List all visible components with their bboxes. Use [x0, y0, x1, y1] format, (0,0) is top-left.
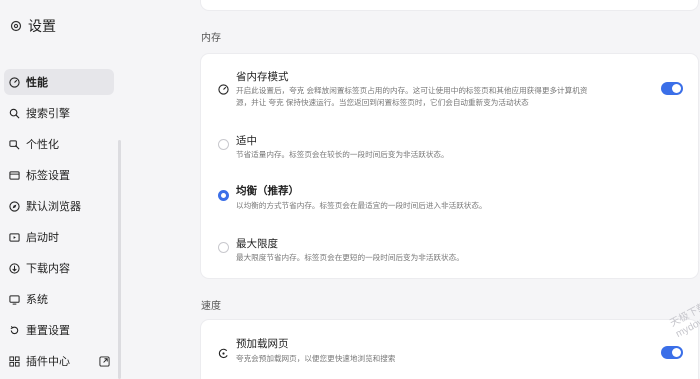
brush-icon	[9, 139, 20, 149]
option-title: 均衡（推荐）	[236, 185, 299, 197]
sidebar-item-label: 下载内容	[26, 263, 70, 275]
sidebar-item-label: 插件中心	[26, 356, 70, 368]
tab-icon	[9, 170, 20, 180]
compass-icon	[9, 200, 20, 212]
reset-icon	[10, 325, 19, 334]
settings-main: 内存 省内存模式 开启此设置后，夸克 会释放闲置标签页占用的内存。这可让使用中的…	[124, 0, 700, 379]
sidebar-item-label: 性能	[26, 77, 48, 89]
preload-icon	[218, 348, 228, 359]
external-link-icon[interactable]	[99, 356, 110, 367]
sidebar-item-label: 启动时	[26, 232, 59, 244]
app-title: 设置	[10, 16, 56, 36]
preload-desc: 夸克会预加载网页，以便您更快速地浏览和搜索	[236, 354, 396, 363]
section-label-memory: 内存	[201, 33, 221, 44]
download-icon	[9, 262, 20, 274]
preload-toggle[interactable]	[661, 346, 683, 359]
sidebar-item-label: 搜索引擎	[26, 108, 70, 120]
sidebar-item-search-engine[interactable]: 搜索引擎	[4, 100, 114, 126]
monitor-icon	[9, 294, 20, 305]
gauge-icon	[218, 84, 229, 95]
plugin-icon	[9, 355, 20, 367]
radio-balanced[interactable]	[218, 190, 229, 201]
sidebar-item-system[interactable]: 系统	[4, 286, 114, 312]
sidebar-item-label: 标签设置	[26, 170, 70, 182]
app-title-text: 设置	[28, 18, 56, 34]
search-icon	[9, 108, 20, 118]
option-title: 最大限度	[236, 238, 278, 250]
sidebar-item-reset-settings[interactable]: 重置设置	[4, 317, 114, 343]
radio-maximum[interactable]	[218, 242, 229, 253]
sidebar-scrollbar[interactable]	[118, 140, 121, 379]
sidebar-item-label: 默认浏览器	[26, 201, 81, 213]
gauge-icon	[9, 76, 20, 88]
memory-saver-desc-line2: 源，并让 夸克 保持快速运行。当您返回到闲置标签页时，它们会自动重新变为活动状态	[236, 98, 529, 107]
option-desc: 最大限度节省内存。标签页会在更短的一段时间后变为非活跃状态。	[236, 253, 464, 262]
sidebar-item-label: 重置设置	[26, 325, 70, 337]
memory-saver-title: 省内存模式	[236, 71, 289, 83]
sidebar-item-label: 系统	[26, 294, 48, 306]
sidebar-item-on-startup[interactable]: 启动时	[4, 224, 114, 250]
settings-gear-icon	[10, 20, 22, 32]
sidebar: 设置 性能 搜索引擎 个性化 标签设置 默认浏览器 启动时 下载内容 系统 重置…	[0, 0, 124, 379]
startup-icon	[9, 232, 20, 242]
memory-saver-toggle[interactable]	[661, 82, 683, 95]
sidebar-nav: 性能 搜索引擎 个性化 标签设置 默认浏览器 启动时 下载内容 系统 重置设置 …	[4, 69, 114, 379]
sidebar-item-plugin-center[interactable]: 插件中心	[4, 348, 114, 374]
memory-saver-desc-line1: 开启此设置后，夸克 会释放闲置标签页占用的内存。这可让使用中的标签页和其他应用获…	[236, 86, 588, 95]
option-desc: 以均衡的方式节省内存。标签页会在最适宜的一段时间后进入非活跃状态。	[236, 201, 487, 210]
preload-title: 预加载网页	[236, 338, 289, 350]
option-desc: 节省适量内存。标签页会在较长的一段时间后变为非活跃状态。	[236, 150, 449, 159]
sidebar-item-tab-settings[interactable]: 标签设置	[4, 162, 114, 188]
sidebar-item-default-browser[interactable]: 默认浏览器	[4, 193, 114, 219]
radio-moderate[interactable]	[218, 139, 229, 150]
sidebar-item-downloads[interactable]: 下载内容	[4, 255, 114, 281]
option-title: 适中	[236, 135, 257, 147]
speed-card: 预加载网页 夸克会预加载网页，以便您更快速地浏览和搜索	[201, 320, 698, 379]
memory-card: 省内存模式 开启此设置后，夸克 会释放闲置标签页占用的内存。这可让使用中的标签页…	[201, 54, 698, 278]
previous-section-card	[201, 0, 698, 10]
sidebar-item-label: 个性化	[26, 139, 59, 151]
sidebar-item-performance[interactable]: 性能	[4, 69, 114, 95]
sidebar-item-personalization[interactable]: 个性化	[4, 131, 114, 157]
section-label-speed: 速度	[201, 301, 221, 312]
